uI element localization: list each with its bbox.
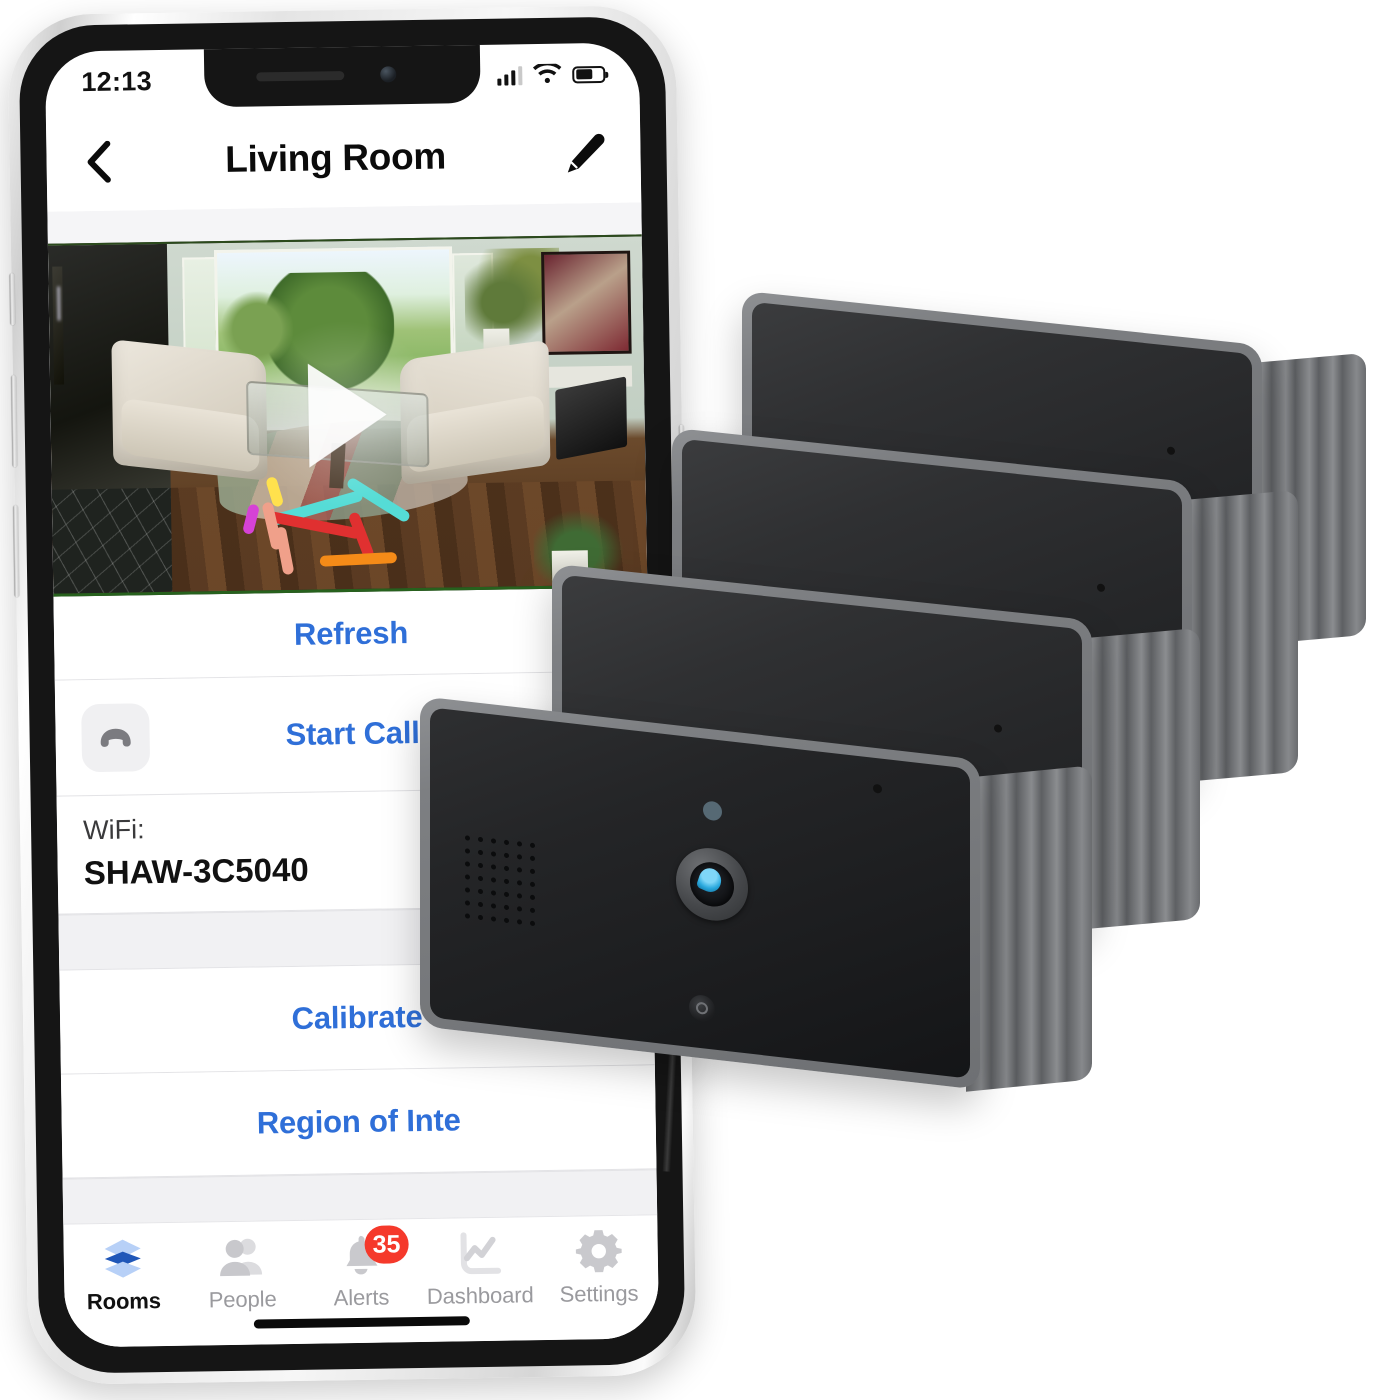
device-4-glass bbox=[752, 301, 1252, 635]
refresh-row[interactable]: Refresh bbox=[53, 587, 649, 681]
tab-settings-label: Settings bbox=[559, 1280, 639, 1307]
device-4-side bbox=[1248, 352, 1366, 646]
calibrate-row[interactable]: Calibrate bbox=[59, 961, 655, 1075]
battery-icon bbox=[572, 65, 606, 83]
microphone-pinhole-icon bbox=[993, 724, 1002, 734]
line-chart-icon bbox=[455, 1230, 504, 1277]
device-2-side bbox=[1078, 627, 1200, 931]
navigation-bar: Living Room bbox=[45, 104, 642, 212]
camera-device-4 bbox=[742, 290, 1366, 646]
tab-people-label: People bbox=[208, 1286, 277, 1313]
camera-device-3 bbox=[672, 427, 1298, 783]
wifi-icon bbox=[532, 63, 562, 84]
pencil-icon bbox=[567, 133, 605, 173]
microphone-pinhole-icon bbox=[1167, 446, 1175, 455]
phone-handset-icon[interactable] bbox=[81, 702, 151, 772]
chevron-left-icon bbox=[87, 140, 111, 183]
microphone-pinhole-icon bbox=[1097, 583, 1105, 592]
phone-mockup: 12:13 Living Room Refresh Start Call WiF… bbox=[7, 4, 697, 1386]
tab-rooms[interactable]: Rooms bbox=[63, 1235, 183, 1316]
camera-lens-inner bbox=[689, 859, 734, 909]
room-detail-content: Refresh Start Call WiFi: SHAW-3C5040 Cal… bbox=[47, 202, 658, 1224]
calibrate-button[interactable]: Calibrate bbox=[291, 999, 422, 1037]
light-sensor-icon bbox=[702, 800, 722, 822]
refresh-button[interactable]: Refresh bbox=[294, 615, 409, 653]
tab-people[interactable]: People bbox=[182, 1233, 302, 1314]
tab-dashboard-label: Dashboard bbox=[426, 1282, 534, 1309]
status-bar-indicators bbox=[496, 63, 606, 87]
phone-power-button[interactable] bbox=[678, 424, 686, 565]
tab-alerts[interactable]: 35 Alerts bbox=[301, 1225, 421, 1312]
wifi-label: WiFi: bbox=[82, 814, 145, 846]
list-gap-1 bbox=[58, 905, 654, 971]
camera-video-preview[interactable] bbox=[47, 234, 648, 597]
wifi-info-row: WiFi: SHAW-3C5040 bbox=[56, 787, 653, 915]
light-sensor-icon bbox=[1012, 491, 1028, 510]
play-button[interactable] bbox=[307, 362, 388, 468]
phone-mute-switch[interactable] bbox=[9, 273, 16, 326]
layers-stack-icon bbox=[97, 1235, 150, 1282]
cellular-signal-icon bbox=[496, 65, 523, 86]
settings-list: Refresh Start Call WiFi: SHAW-3C5040 Cal… bbox=[53, 587, 658, 1224]
tab-alerts-label: Alerts bbox=[333, 1284, 390, 1311]
device-4-face bbox=[742, 290, 1262, 646]
light-sensor-icon bbox=[832, 771, 849, 789]
edit-room-button[interactable] bbox=[558, 131, 611, 178]
status-bar: 12:13 bbox=[45, 42, 640, 113]
handset-glyph-icon bbox=[100, 728, 131, 747]
phone-bezel: 12:13 Living Room Refresh Start Call WiF… bbox=[18, 16, 686, 1374]
start-call-button[interactable]: Start Call bbox=[285, 714, 420, 752]
device-3-face bbox=[672, 427, 1192, 783]
tab-settings[interactable]: Settings bbox=[539, 1227, 659, 1308]
bottom-tab-bar: Rooms People 35 Alerts Dashboard Setting… bbox=[63, 1214, 660, 1348]
tab-dashboard[interactable]: Dashboard bbox=[420, 1229, 540, 1310]
bell-icon: 35 bbox=[338, 1225, 409, 1279]
page-title: Living Room bbox=[224, 135, 447, 180]
action-button-icon[interactable] bbox=[689, 994, 716, 1024]
region-of-interest-row[interactable]: Region of Inte bbox=[60, 1065, 657, 1179]
device-3-side bbox=[1178, 489, 1298, 783]
microphone-pinhole-icon bbox=[872, 784, 882, 795]
device-1-side bbox=[966, 765, 1092, 1092]
alerts-badge: 35 bbox=[364, 1225, 409, 1264]
device-3-glass bbox=[682, 438, 1182, 772]
tab-rooms-label: Rooms bbox=[86, 1288, 162, 1315]
camera-lens-highlight bbox=[695, 864, 724, 896]
region-of-interest-button[interactable]: Region of Inte bbox=[256, 1102, 460, 1141]
status-bar-time: 12:13 bbox=[81, 65, 153, 97]
wifi-value: SHAW-3C5040 bbox=[83, 851, 309, 892]
people-icon bbox=[216, 1233, 269, 1280]
light-sensor-icon bbox=[942, 628, 958, 647]
phone-screen: 12:13 Living Room Refresh Start Call WiF… bbox=[44, 42, 660, 1348]
start-call-row[interactable]: Start Call bbox=[54, 671, 651, 797]
gear-icon bbox=[575, 1228, 622, 1275]
